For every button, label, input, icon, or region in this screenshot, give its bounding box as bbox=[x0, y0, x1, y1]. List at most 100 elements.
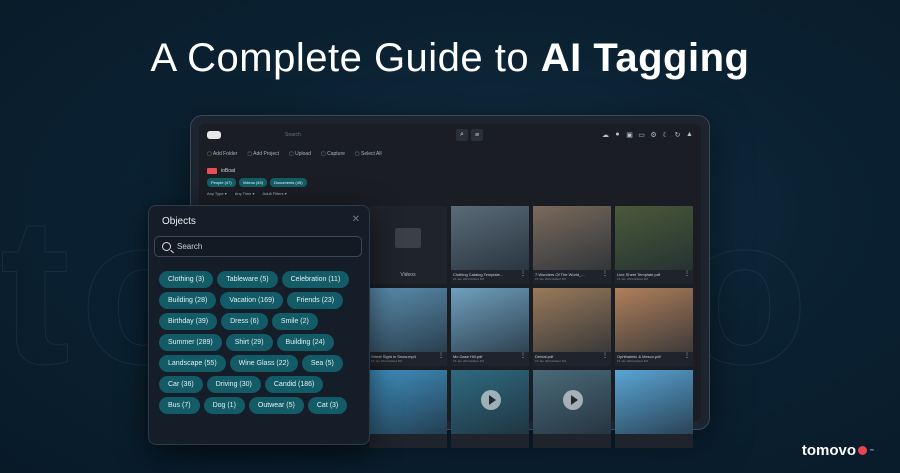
more-options-icon[interactable]: ⋮ bbox=[602, 352, 608, 359]
media-tile[interactable]: Mc Gase Hill.pdf 15 Jan 2024 Edited FM ⋮ bbox=[451, 288, 529, 366]
media-meta: 15 Jan 2024 Edited FM bbox=[453, 277, 485, 281]
filter-icon[interactable]: ≡ bbox=[471, 129, 483, 141]
folder-icon bbox=[395, 228, 421, 248]
media-thumbnail bbox=[615, 288, 693, 352]
media-meta: 15 Jan 2024 Edited FM bbox=[535, 359, 567, 363]
tag-chip[interactable]: Building (28) bbox=[159, 292, 217, 309]
media-tile[interactable] bbox=[533, 370, 611, 448]
tag-chip[interactable]: Shirt (29) bbox=[225, 334, 273, 351]
media-tile[interactable] bbox=[369, 370, 447, 448]
more-options-icon[interactable]: ⋮ bbox=[684, 352, 690, 359]
media-tile[interactable] bbox=[615, 370, 693, 448]
chip-videos[interactable]: Videos (45) bbox=[238, 178, 268, 187]
tag-chip[interactable]: Friends (23) bbox=[287, 292, 344, 309]
more-options-icon[interactable]: ⋮ bbox=[520, 352, 526, 359]
media-meta: 15 Jan 2024 Edited FM bbox=[617, 359, 649, 363]
media-thumbnail bbox=[615, 370, 693, 434]
media-caption: Line Sheet Template.pdf bbox=[617, 272, 661, 277]
media-tile[interactable] bbox=[451, 370, 529, 448]
mic-icon[interactable]: ● bbox=[614, 131, 621, 139]
folder-thumbnail bbox=[369, 206, 447, 270]
tag-chip[interactable]: Wine Glass (22) bbox=[229, 355, 298, 372]
summary-chips: People (47) Videos (45) Documents (45) bbox=[199, 176, 701, 189]
tag-chip[interactable]: Candid (186) bbox=[264, 376, 324, 393]
action-bar: Add Folder Add Project Upload Capture Se… bbox=[199, 146, 701, 162]
page-title: A Complete Guide to AI Tagging bbox=[150, 36, 750, 80]
tag-chip[interactable]: Cat (3) bbox=[307, 397, 348, 414]
media-thumbnail bbox=[451, 206, 529, 270]
tag-chip[interactable]: Clothing (3) bbox=[159, 271, 214, 288]
media-thumbnail bbox=[369, 288, 447, 352]
camera-icon[interactable]: ▣ bbox=[626, 131, 633, 139]
cloud-icon[interactable]: ☁ bbox=[602, 131, 609, 139]
tag-chip[interactable]: Vacation (169) bbox=[220, 292, 284, 309]
chip-people[interactable]: People (47) bbox=[207, 178, 236, 187]
search-icon[interactable]: ⌕ bbox=[456, 129, 468, 141]
settings-icon[interactable]: ⚙ bbox=[650, 131, 657, 139]
folder-icon bbox=[207, 168, 217, 174]
tag-chip[interactable]: Dress (6) bbox=[221, 313, 268, 330]
panel-title: Objects bbox=[162, 216, 196, 227]
objects-search-input[interactable] bbox=[177, 242, 347, 251]
tag-chip[interactable]: Summer (289) bbox=[159, 334, 222, 351]
breadcrumb: ioBoat bbox=[199, 162, 701, 176]
media-thumbnail bbox=[533, 206, 611, 270]
media-tile[interactable]: 7 Wonders Of The World_... 15 Jan 2024 Ed… bbox=[533, 206, 611, 284]
tag-chip[interactable]: Tableware (5) bbox=[217, 271, 278, 288]
tag-chip[interactable]: Car (36) bbox=[159, 376, 203, 393]
media-thumbnail bbox=[451, 288, 529, 352]
media-caption: Mc Gase Hill.pdf bbox=[453, 354, 483, 359]
folder-tile[interactable]: Videos bbox=[369, 206, 447, 284]
more-options-icon[interactable]: ⋮ bbox=[438, 352, 444, 359]
media-grid: Videos Clothing Catalog Template... 15 Jan… bbox=[369, 206, 697, 448]
folder-name[interactable]: ioBoat bbox=[221, 168, 235, 174]
play-icon[interactable] bbox=[563, 390, 583, 410]
type-filter[interactable]: Any Type ▾ bbox=[207, 191, 227, 196]
tag-chip[interactable]: Birthday (39) bbox=[159, 313, 218, 330]
close-icon[interactable]: ✕ bbox=[352, 214, 360, 225]
media-tile[interactable]: Dental.pdf 15 Jan 2024 Edited FM ⋮ bbox=[533, 288, 611, 366]
app-logo bbox=[207, 131, 221, 139]
tag-chip[interactable]: Dog (1) bbox=[203, 397, 245, 414]
select-all-button[interactable]: Select All bbox=[355, 151, 382, 157]
media-meta: 15 Jan 2024 Edited FM bbox=[617, 277, 649, 281]
media-caption: Dental.pdf bbox=[535, 354, 554, 359]
media-thumbnail bbox=[533, 288, 611, 352]
upload-button[interactable]: Upload bbox=[289, 151, 311, 157]
tag-chip[interactable]: Bus (7) bbox=[159, 397, 200, 414]
more-options-icon[interactable]: ⋮ bbox=[520, 270, 526, 277]
add-project-button[interactable]: Add Project bbox=[247, 151, 279, 157]
chip-documents[interactable]: Documents (45) bbox=[270, 178, 307, 187]
objects-search bbox=[154, 236, 362, 257]
tag-chip[interactable]: Building (24) bbox=[276, 334, 334, 351]
search-icon bbox=[162, 242, 171, 251]
tag-chip[interactable]: Sea (5) bbox=[301, 355, 343, 372]
media-thumbnail bbox=[615, 206, 693, 270]
tag-chip[interactable]: Smile (2) bbox=[271, 313, 318, 330]
media-meta: 15 Jan 2024 Edited FM bbox=[535, 277, 567, 281]
media-tile[interactable]: Line Sheet Template.pdf 15 Jan 2024 Edite… bbox=[615, 206, 693, 284]
video-icon[interactable]: ▭ bbox=[638, 131, 645, 139]
add-folder-button[interactable]: Add Folder bbox=[207, 151, 237, 157]
more-options-icon[interactable]: ⋮ bbox=[602, 270, 608, 277]
brand-logo: tomovo ™ bbox=[801, 442, 874, 459]
media-caption: Ophthalmic & Mesco.pdf bbox=[617, 354, 661, 359]
app-search-input[interactable]: Search bbox=[281, 129, 451, 141]
time-filter[interactable]: Any Time ▾ bbox=[235, 191, 255, 196]
play-icon[interactable] bbox=[481, 390, 501, 410]
adult-filter[interactable]: Adult Filters ▾ bbox=[263, 191, 287, 196]
tag-chip[interactable]: Outwear (5) bbox=[248, 397, 304, 414]
tag-chip[interactable]: Driving (30) bbox=[206, 376, 261, 393]
brand-dot bbox=[858, 446, 867, 455]
capture-button[interactable]: Capture bbox=[321, 151, 345, 157]
refresh-icon[interactable]: ↻ bbox=[674, 131, 681, 139]
media-tile[interactable]: Ophthalmic & Mesco.pdf 15 Jan 2024 Edited… bbox=[615, 288, 693, 366]
media-tile[interactable]: Clothing Catalog Template... 15 Jan 2024 … bbox=[451, 206, 529, 284]
moon-icon[interactable]: ☾ bbox=[662, 131, 669, 139]
more-options-icon[interactable]: ⋮ bbox=[684, 270, 690, 277]
bell-icon[interactable]: ▲ bbox=[686, 131, 693, 139]
media-tile[interactable]: Street Sight in Snow.mp4 15 Jan 2024 Edit… bbox=[369, 288, 447, 366]
media-caption: Street Sight in Snow.mp4 bbox=[371, 354, 416, 359]
tag-chip[interactable]: Celebration (11) bbox=[281, 271, 350, 288]
tag-chip[interactable]: Landscape (55) bbox=[159, 355, 226, 372]
